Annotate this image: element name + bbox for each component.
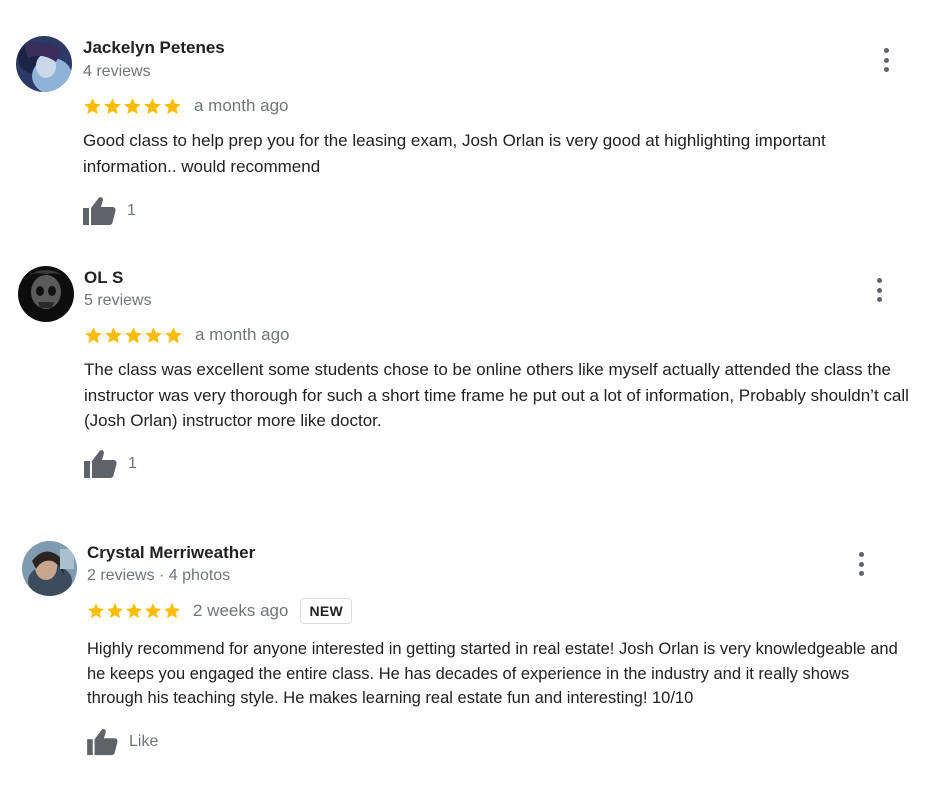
more-options-button[interactable] xyxy=(872,278,886,302)
dot xyxy=(858,571,864,576)
review-text: The class was excellent some students ch… xyxy=(84,360,909,430)
dot xyxy=(876,287,882,293)
star-icon xyxy=(145,603,161,619)
like-button[interactable]: 1 xyxy=(84,449,137,479)
dot xyxy=(876,278,882,283)
reviewer-name[interactable]: Crystal Merriweather xyxy=(87,543,255,563)
star-icon xyxy=(165,326,182,343)
dot xyxy=(858,552,864,557)
star-icon xyxy=(126,603,142,619)
like-button[interactable]: Like xyxy=(87,727,158,757)
star-icon xyxy=(145,326,162,343)
star-rating xyxy=(83,97,182,116)
rating-row: 2 weeks ago NEW xyxy=(87,598,353,624)
reviewer-name[interactable]: OL S xyxy=(84,268,123,288)
star-icon xyxy=(105,326,122,343)
reviewer-meta[interactable]: 4 reviews xyxy=(83,63,151,81)
star-icon xyxy=(88,603,104,619)
like-count: 1 xyxy=(128,455,137,472)
like-count: 1 xyxy=(127,202,136,219)
more-options-button[interactable] xyxy=(879,48,893,72)
review-text: Good class to help prep you for the leas… xyxy=(83,131,826,176)
avatar[interactable] xyxy=(22,541,77,596)
review-date: a month ago xyxy=(195,325,290,344)
like-label: Like xyxy=(129,733,159,750)
star-icon xyxy=(125,326,142,343)
thumbs-up-icon xyxy=(84,450,117,478)
review-text: Highly recommend for anyone interested i… xyxy=(87,640,898,707)
star-icon xyxy=(144,97,161,114)
dot xyxy=(883,57,889,63)
reviewer-meta[interactable]: 5 reviews xyxy=(84,292,152,310)
review-date: a month ago xyxy=(194,96,289,115)
rating-row: a month ago xyxy=(84,323,290,347)
new-badge: NEW xyxy=(300,598,353,624)
dot xyxy=(883,48,889,53)
star-icon xyxy=(85,326,102,343)
avatar[interactable] xyxy=(18,266,74,322)
reviewer-name[interactable]: Jackelyn Petenes xyxy=(83,38,225,58)
star-icon xyxy=(164,97,181,114)
star-rating xyxy=(87,602,181,620)
star-icon xyxy=(84,97,101,114)
dot xyxy=(858,561,864,567)
star-icon xyxy=(104,97,121,114)
avatar[interactable] xyxy=(16,36,72,92)
star-icon xyxy=(164,603,180,619)
like-button[interactable]: 1 xyxy=(83,196,136,226)
more-options-button[interactable] xyxy=(854,552,868,576)
review-date: 2 weeks ago xyxy=(193,601,289,620)
thumbs-up-icon xyxy=(87,729,118,756)
rating-row: a month ago xyxy=(83,94,289,118)
star-icon xyxy=(107,603,123,619)
dot xyxy=(876,297,882,302)
thumbs-up-icon xyxy=(83,197,116,225)
star-icon xyxy=(124,97,141,114)
dot xyxy=(883,67,889,72)
reviewer-meta[interactable]: 2 reviews · 4 photos xyxy=(87,567,230,585)
star-rating xyxy=(84,326,183,345)
